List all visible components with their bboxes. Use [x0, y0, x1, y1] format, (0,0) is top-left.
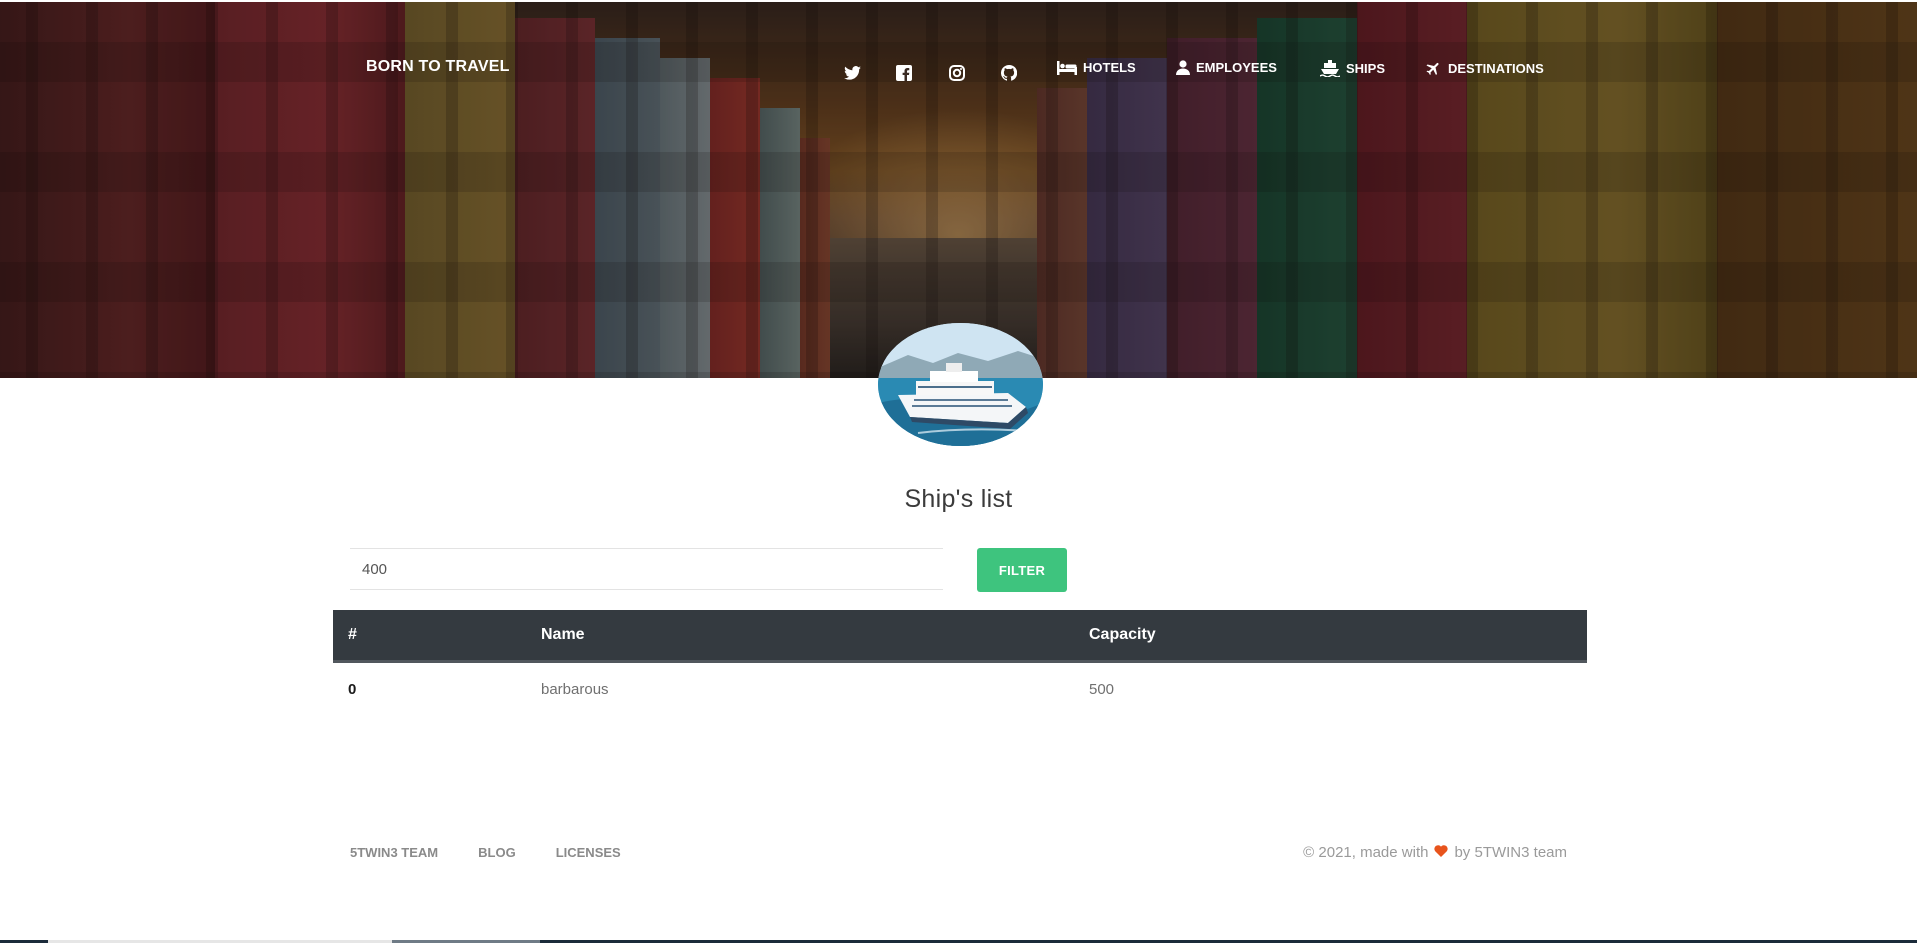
ships-table: # Name Capacity 0 barbarous 500: [333, 610, 1587, 715]
bed-icon: [1057, 60, 1077, 75]
hero-banner: [0, 2, 1917, 378]
row-capacity: 500: [1089, 680, 1115, 698]
footer-link-blog[interactable]: BLOG: [478, 845, 516, 860]
row-name: barbarous: [541, 680, 609, 698]
page-title: Ship's list: [904, 485, 1013, 513]
capacity-filter-input[interactable]: [350, 548, 943, 590]
brand-logo[interactable]: BORN TO TRAVEL: [366, 58, 510, 76]
footer-links: 5TWIN3 TEAM BLOG LICENSES: [350, 845, 621, 860]
ship-icon: [1320, 60, 1340, 77]
user-icon: [1176, 60, 1190, 75]
nav-destinations[interactable]: DESTINATIONS: [1425, 60, 1544, 77]
facebook-icon[interactable]: [893, 62, 915, 84]
column-header-name: Name: [526, 610, 1074, 663]
footer-link-licenses[interactable]: LICENSES: [556, 845, 621, 860]
copyright-suffix: by 5TWIN3 team: [1454, 844, 1567, 861]
ship-avatar: [878, 323, 1043, 446]
heart-icon: [1434, 844, 1449, 861]
copyright: © 2021, made with by 5TWIN3 team: [1303, 844, 1567, 861]
nav-employees[interactable]: EMPLOYEES: [1176, 60, 1277, 75]
nav-hotels-label: HOTELS: [1083, 60, 1136, 75]
github-icon[interactable]: [998, 62, 1020, 84]
instagram-icon[interactable]: [946, 62, 968, 84]
column-header-capacity: Capacity: [1074, 610, 1587, 663]
nav-ships-label: SHIPS: [1346, 61, 1386, 76]
table-header-row: # Name Capacity: [333, 610, 1587, 663]
nav-destinations-label: DESTINATIONS: [1448, 61, 1544, 76]
nav-ships[interactable]: SHIPS: [1320, 60, 1385, 77]
filter-button[interactable]: FILTER: [977, 548, 1067, 592]
plane-icon: [1425, 60, 1442, 77]
row-index: 0: [348, 680, 357, 698]
table-row: 0 barbarous 500: [333, 662, 1587, 716]
nav-employees-label: EMPLOYEES: [1196, 60, 1277, 75]
hero-overlay: [0, 2, 1917, 378]
footer-link-team[interactable]: 5TWIN3 TEAM: [350, 845, 438, 860]
column-header-index: #: [333, 610, 526, 663]
copyright-prefix: © 2021, made with: [1303, 844, 1429, 861]
twitter-icon[interactable]: [841, 62, 863, 84]
nav-hotels[interactable]: HOTELS: [1057, 60, 1136, 75]
